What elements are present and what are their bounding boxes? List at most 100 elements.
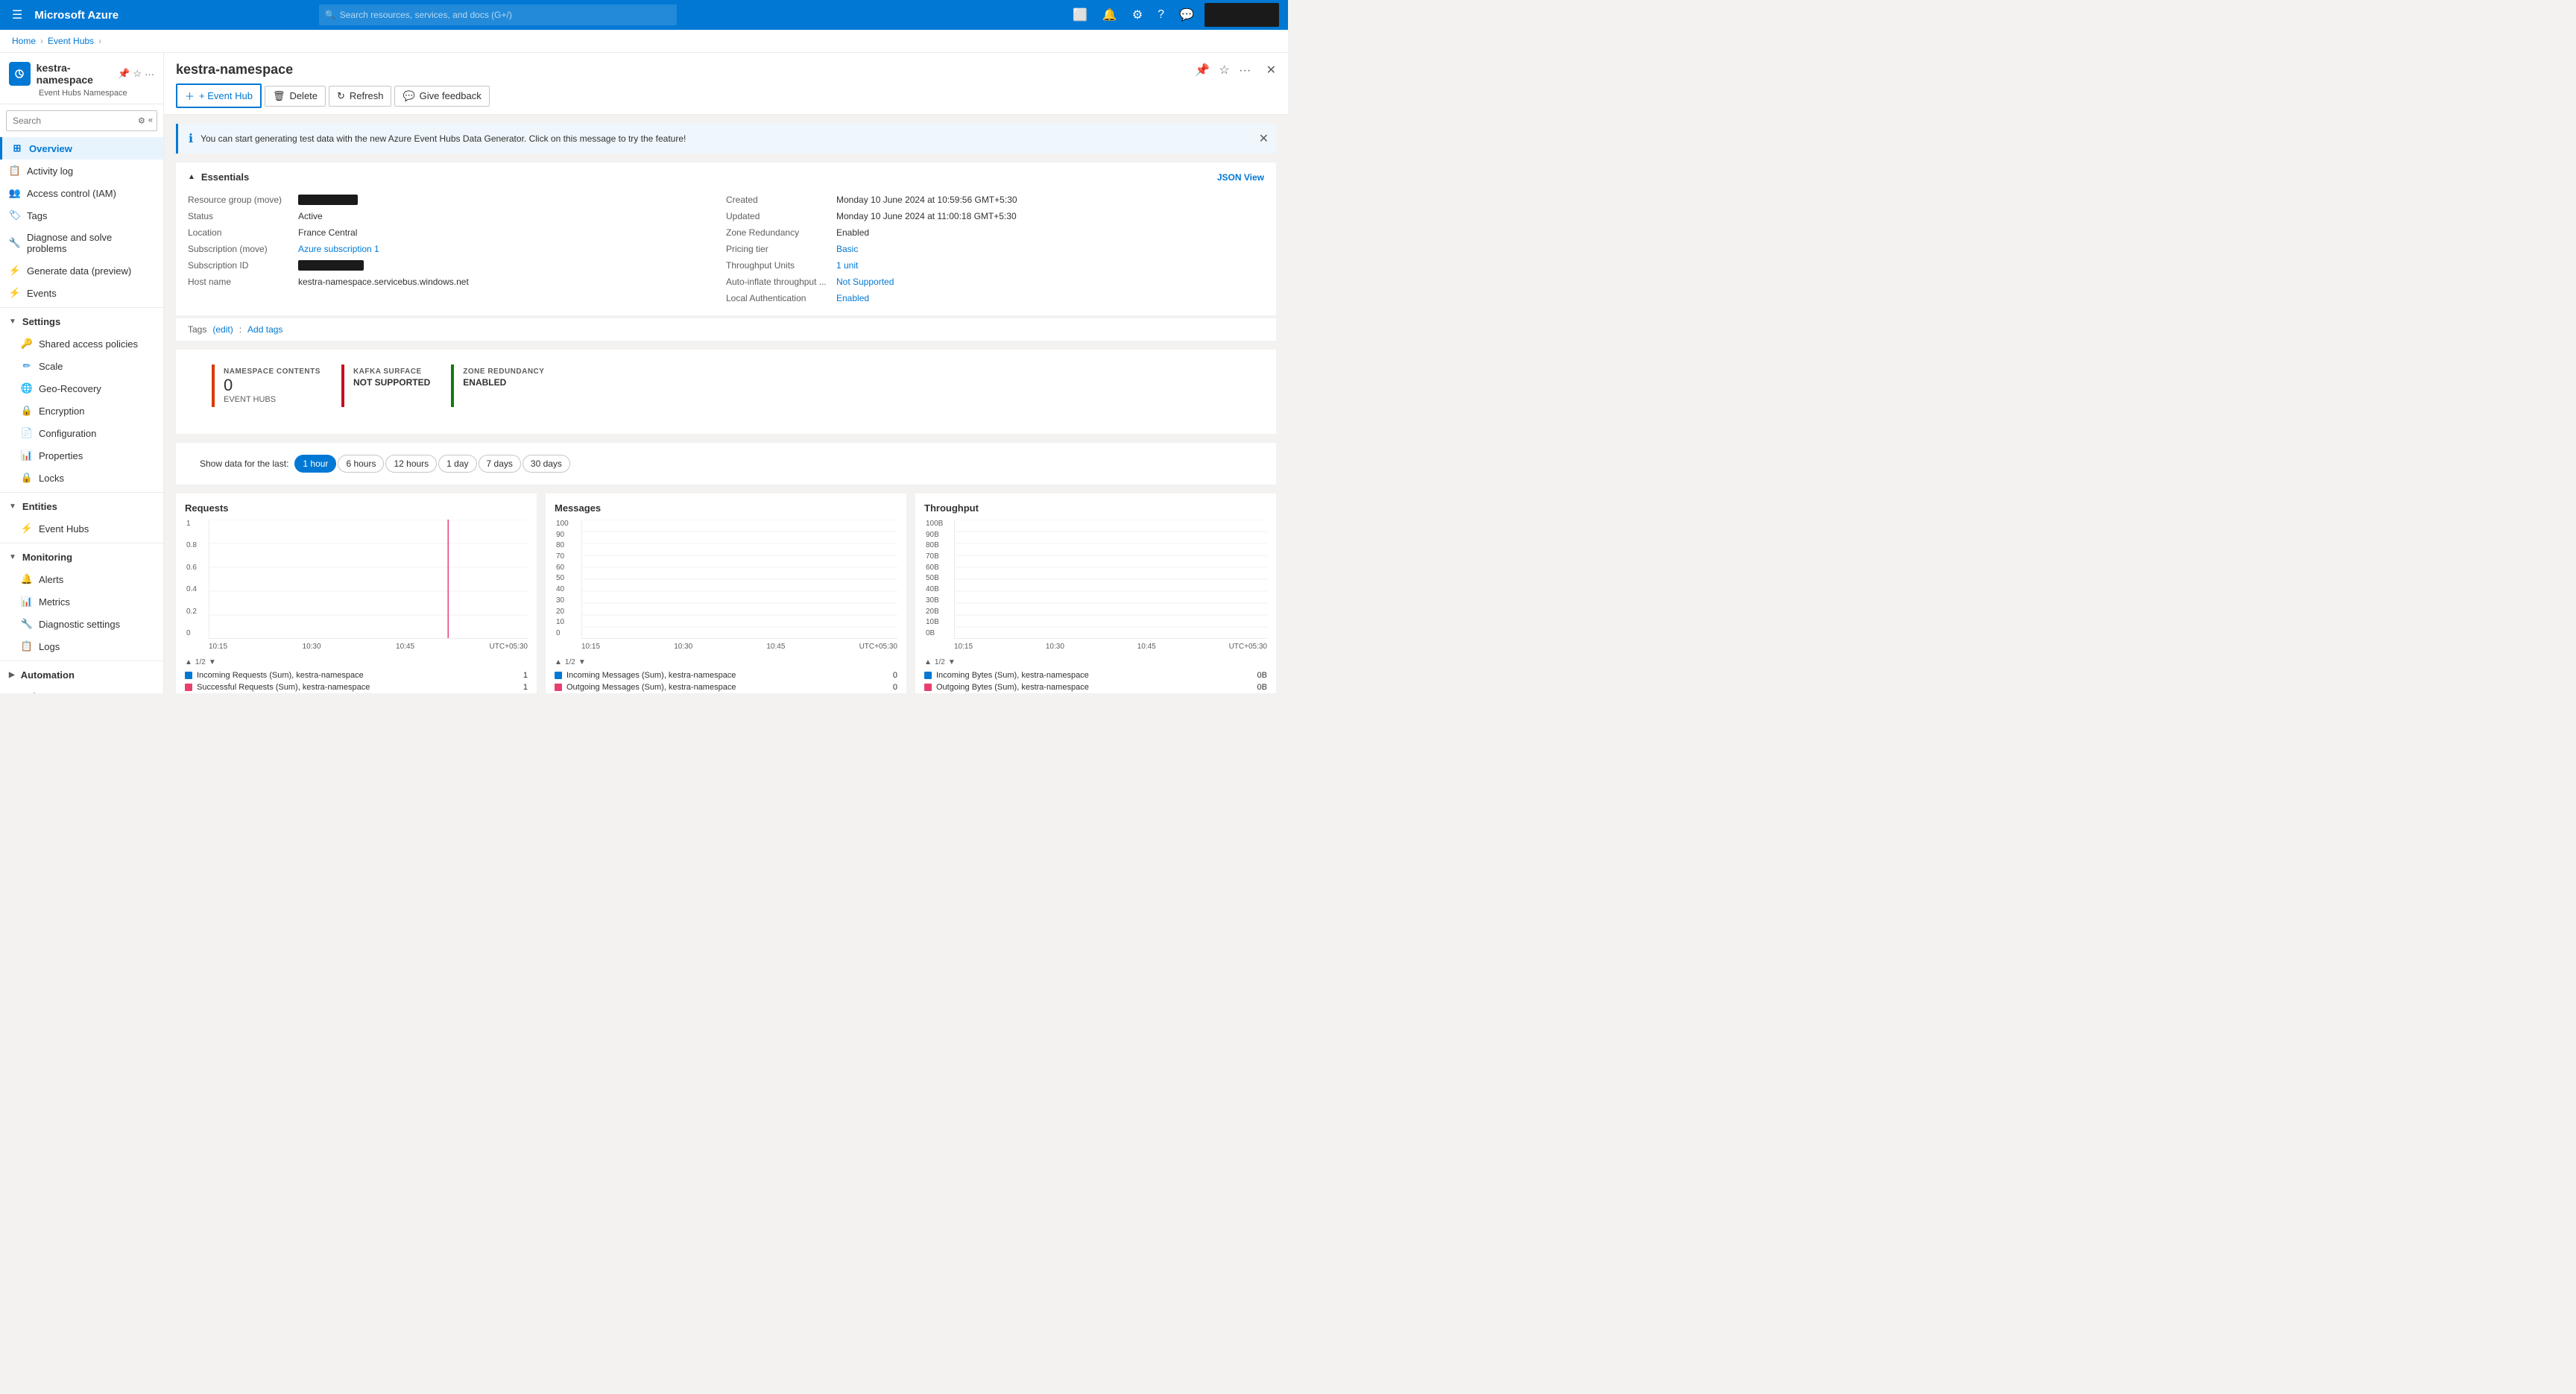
essentials-label-auto-inflate: Auto-inflate throughput ... — [726, 277, 830, 287]
sidebar-item-events[interactable]: ⚡ Events — [0, 282, 163, 304]
automation-section-header[interactable]: ▶ Automation — [0, 664, 163, 686]
legend-next-icon[interactable]: ▼ — [209, 658, 216, 666]
sidebar-item-encryption-label: Encryption — [39, 406, 84, 417]
messages-y-label-7: 40 — [556, 585, 569, 593]
help-section-header[interactable]: ▶ Help — [0, 686, 163, 693]
title-more-icon[interactable]: ··· — [1239, 64, 1251, 77]
messages-y-label-5: 60 — [556, 564, 569, 572]
messages-legend-prev-icon[interactable]: ▲ — [555, 658, 562, 666]
notification-icon[interactable]: 🔔 — [1098, 4, 1122, 25]
breadcrumb-event-hubs[interactable]: Event Hubs — [48, 36, 94, 46]
cloud-shell-icon[interactable]: ⬜ — [1068, 4, 1092, 25]
time-range-30d[interactable]: 30 days — [523, 455, 570, 473]
access-control-icon: 👥 — [9, 187, 21, 199]
sidebar-item-alerts[interactable]: 🔔 Alerts — [0, 568, 163, 590]
sidebar-item-access-control[interactable]: 👥 Access control (IAM) — [0, 182, 163, 204]
sidebar-item-activity-log[interactable]: 📋 Activity log — [0, 160, 163, 182]
essentials-value-zone: Enabled — [836, 227, 869, 238]
throughput-legend-prev-icon[interactable]: ▲ — [924, 658, 932, 666]
entities-section-header[interactable]: ▼ Entities — [0, 496, 163, 517]
sidebar-item-locks[interactable]: 🔒 Locks — [0, 467, 163, 489]
throughput-y-label-9: 20B — [926, 608, 943, 616]
tags-edit-link[interactable]: (edit) — [212, 324, 233, 335]
status-tiles: NAMESPACE CONTENTS 0 EVENT HUBS KAFKA SU… — [200, 359, 1252, 416]
encryption-icon: 🔒 — [21, 405, 33, 417]
metrics-icon: 📊 — [21, 596, 33, 608]
sidebar-item-diagnose[interactable]: 🔧 Diagnose and solve problems — [0, 227, 163, 259]
sidebar-item-overview[interactable]: ⊞ Overview — [0, 137, 163, 160]
info-banner[interactable]: ℹ You can start generating test data wit… — [176, 124, 1276, 154]
time-range-1h[interactable]: 1 hour — [294, 455, 336, 473]
settings-chevron: ▼ — [9, 318, 16, 326]
throughput-legend-next-icon[interactable]: ▼ — [948, 658, 956, 666]
json-view-link[interactable]: JSON View — [1217, 172, 1264, 183]
sidebar-item-logs[interactable]: 📋 Logs — [0, 635, 163, 657]
sidebar-item-scale[interactable]: ✏ Scale — [0, 355, 163, 377]
settings-icon[interactable]: ⚙ — [1128, 4, 1147, 25]
messages-x-labels: 10:15 10:30 10:45 UTC+05:30 — [581, 641, 897, 652]
sub-id-redacted — [298, 260, 364, 271]
sidebar-resource-name: kestra-namespace — [37, 62, 118, 86]
local-auth-link[interactable]: Enabled — [836, 293, 869, 303]
auto-inflate-link[interactable]: Not Supported — [836, 277, 894, 287]
user-profile[interactable] — [1205, 3, 1279, 27]
time-range-1d[interactable]: 1 day — [438, 455, 476, 473]
delete-button[interactable]: 🗑 Delete — [265, 86, 326, 107]
sidebar-item-geo-recovery[interactable]: 🌐 Geo-Recovery — [0, 377, 163, 400]
sidebar-item-encryption[interactable]: 🔒 Encryption — [0, 400, 163, 422]
time-range-12h[interactable]: 12 hours — [385, 455, 437, 473]
time-range-6h[interactable]: 6 hours — [338, 455, 384, 473]
title-star-icon[interactable]: ☆ — [1219, 64, 1229, 77]
sidebar-item-tags[interactable]: 🏷 Tags — [0, 204, 163, 227]
help-icon[interactable]: ? — [1153, 5, 1169, 25]
sidebar-item-metrics[interactable]: 📊 Metrics — [0, 590, 163, 613]
star-icon[interactable]: ☆ — [133, 68, 142, 80]
sidebar-search-input[interactable] — [6, 110, 157, 131]
requests-y-label-3: 0.6 — [186, 564, 197, 572]
sidebar-item-generate-data[interactable]: ⚡ Generate data (preview) — [0, 259, 163, 282]
throughput-units-link[interactable]: 1 unit — [836, 260, 858, 271]
essentials-section: ▲ Essentials JSON View Resource group (m… — [176, 163, 1276, 315]
essentials-row-auto-inflate: Auto-inflate throughput ... Not Supporte… — [726, 274, 1264, 290]
messages-legend-next-icon[interactable]: ▼ — [578, 658, 586, 666]
global-search-input[interactable] — [319, 4, 677, 25]
time-range-7d[interactable]: 7 days — [479, 455, 521, 473]
close-button[interactable]: ✕ — [1266, 63, 1276, 78]
refresh-button[interactable]: ↻ Refresh — [329, 86, 391, 107]
status-tile-kafka: KAFKA SURFACE NOT SUPPORTED — [341, 365, 439, 407]
automation-chevron: ▶ — [9, 671, 15, 679]
geo-recovery-icon: 🌐 — [21, 382, 33, 394]
title-pin-icon[interactable]: 📌 — [1195, 64, 1210, 77]
more-icon[interactable]: ··· — [145, 69, 154, 80]
legend-prev-icon[interactable]: ▲ — [185, 658, 192, 666]
sidebar-item-shared-access[interactable]: 🔑 Shared access policies — [0, 332, 163, 355]
feedback-icon[interactable]: 💬 — [1175, 4, 1199, 25]
collapse-icon[interactable]: « — [148, 116, 153, 126]
settings-section-header[interactable]: ▼ Settings — [0, 311, 163, 332]
sidebar-item-event-hubs-entity[interactable]: ⚡ Event Hubs — [0, 517, 163, 540]
sidebar-item-diagnostic-settings[interactable]: 🔧 Diagnostic settings — [0, 613, 163, 635]
sidebar-item-configuration[interactable]: 📄 Configuration — [0, 422, 163, 444]
essentials-value-status: Active — [298, 211, 323, 221]
pin-icon[interactable]: 📌 — [118, 68, 130, 80]
throughput-chart-title: Throughput — [924, 502, 1267, 514]
add-tags-link[interactable]: Add tags — [247, 324, 282, 335]
namespace-tile-value: 0 — [224, 376, 321, 395]
content-area: kestra-namespace 📌 ☆ ··· ✕ ＋ + Event Hub… — [164, 53, 1288, 693]
sidebar-item-locks-label: Locks — [39, 473, 64, 484]
add-event-hub-button[interactable]: ＋ + Event Hub — [176, 83, 262, 108]
pricing-link[interactable]: Basic — [836, 244, 858, 254]
essentials-header[interactable]: ▲ Essentials JSON View — [188, 171, 1264, 183]
filter-icon[interactable]: ⚙ — [138, 116, 145, 126]
subscription-link[interactable]: Azure subscription 1 — [298, 244, 379, 254]
info-banner-close-button[interactable]: ✕ — [1259, 131, 1269, 146]
give-feedback-button[interactable]: 💬 Give feedback — [394, 86, 489, 107]
sidebar-item-properties[interactable]: 📊 Properties — [0, 444, 163, 467]
monitoring-section-header[interactable]: ▼ Monitoring — [0, 546, 163, 568]
messages-y-labels: 100 90 80 70 60 50 40 30 20 10 0 — [556, 520, 569, 637]
breadcrumb-home[interactable]: Home — [12, 36, 36, 46]
essentials-label-local-auth: Local Authentication — [726, 293, 830, 303]
breadcrumb-sep-2: › — [98, 36, 101, 46]
hamburger-menu[interactable]: ☰ — [9, 4, 25, 25]
content-title-row: kestra-namespace 📌 ☆ ··· ✕ — [176, 62, 1276, 78]
